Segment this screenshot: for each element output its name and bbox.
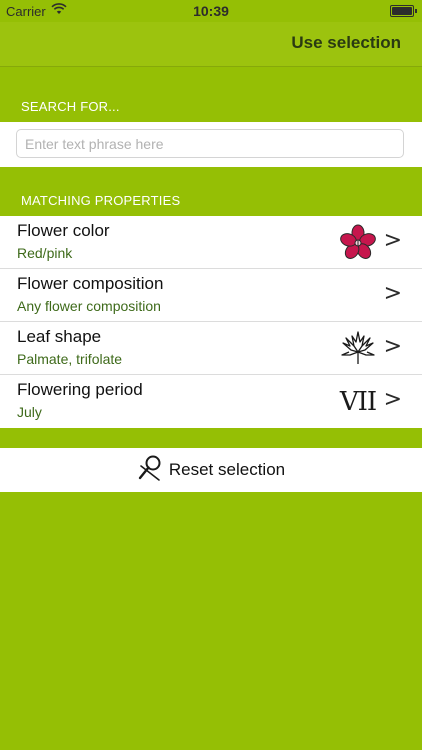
chevron-right-icon: >	[383, 387, 402, 412]
battery-icon	[390, 5, 417, 17]
reset-selection-label: Reset selection	[168, 460, 286, 479]
property-row-leaf-shape[interactable]: Leaf shape Palmate, trifolate >	[0, 322, 422, 375]
properties-section-header: MATCHING PROPERTIES	[21, 193, 181, 208]
status-bar: Carrier 10:39	[0, 0, 422, 22]
chevron-right-icon: >	[383, 281, 402, 306]
property-value: Palmate, trifolate	[17, 351, 123, 367]
reset-magnifier-icon	[137, 454, 165, 487]
navigation-bar: Use selection	[0, 22, 422, 67]
property-value: Any flower composition	[17, 298, 161, 314]
reset-selection-button[interactable]: Reset selection	[0, 448, 422, 492]
property-title: Flower color	[17, 221, 110, 240]
reset-selection-content: Reset selection	[0, 448, 422, 492]
properties-list: Flower color Red/pink > Flower compositi…	[0, 216, 422, 428]
search-input[interactable]	[16, 129, 404, 158]
property-row-flowering-period[interactable]: Flowering period July VII >	[0, 375, 422, 428]
property-row-flower-composition[interactable]: Flower composition Any flower compositio…	[0, 269, 422, 322]
palmate-leaf-icon	[339, 330, 377, 368]
clock: 10:39	[193, 3, 229, 19]
chevron-right-icon: >	[383, 334, 402, 359]
property-value: Red/pink	[17, 245, 73, 261]
month-roman-numeral-icon: VII	[339, 387, 377, 417]
property-value: July	[17, 404, 42, 420]
property-title: Flower composition	[17, 274, 164, 293]
chevron-right-icon: >	[383, 228, 402, 253]
use-selection-button[interactable]: Use selection	[291, 33, 401, 53]
property-title: Flowering period	[17, 380, 143, 399]
property-title: Leaf shape	[17, 327, 102, 346]
search-container	[0, 122, 422, 167]
property-row-flower-color[interactable]: Flower color Red/pink >	[0, 216, 422, 269]
flower-icon	[339, 224, 377, 262]
search-section-header: SEARCH FOR...	[21, 99, 120, 114]
